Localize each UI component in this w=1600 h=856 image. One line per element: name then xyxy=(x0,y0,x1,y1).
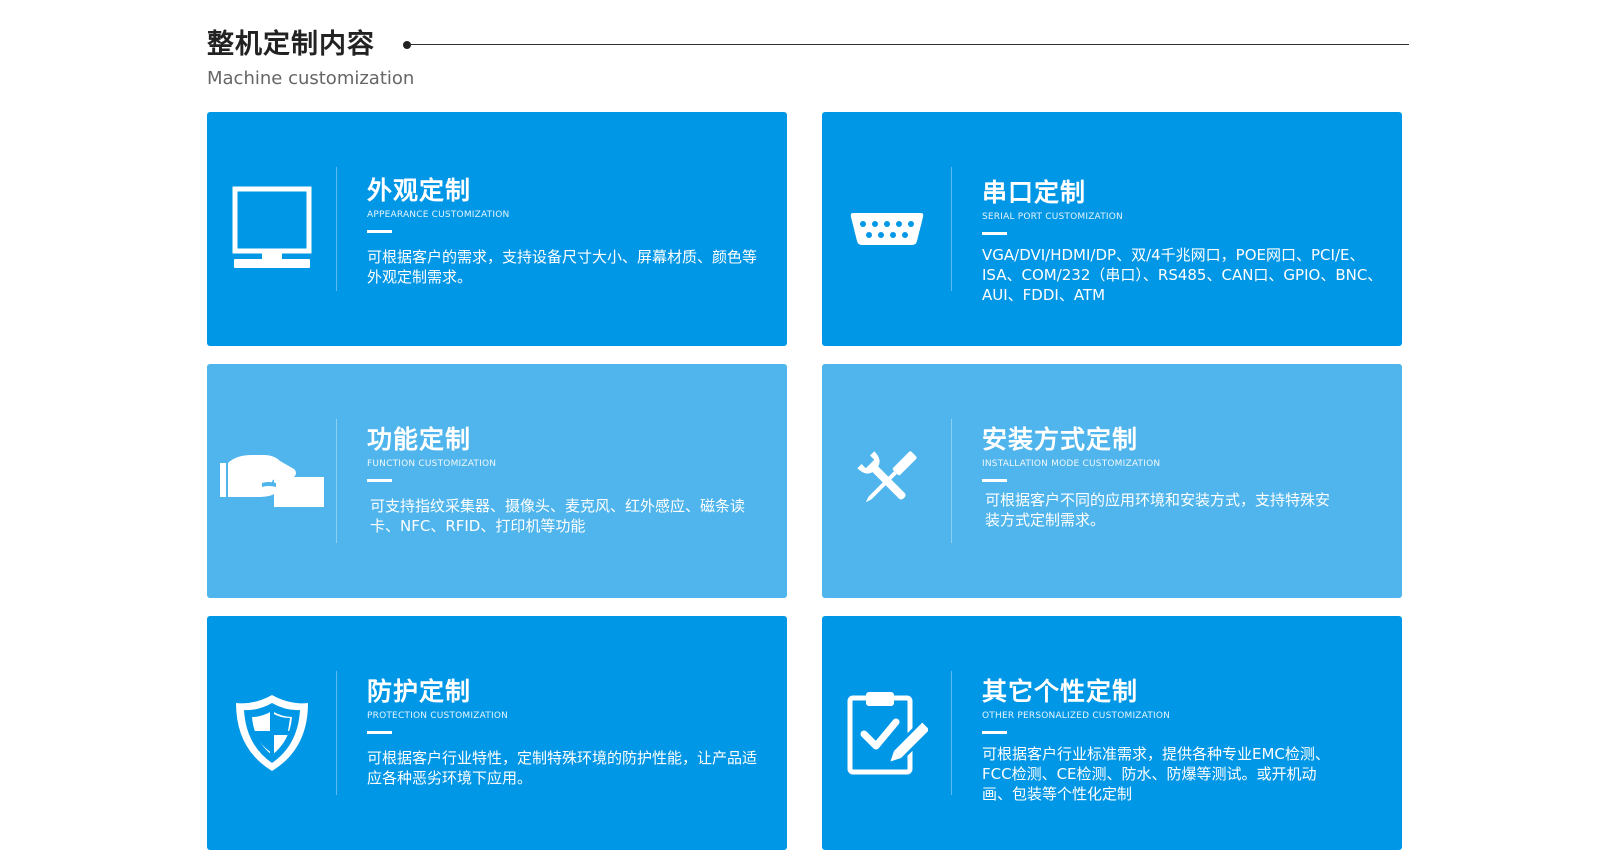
tools-icon xyxy=(822,364,952,598)
card-divider xyxy=(951,671,952,795)
card-description: 可根据客户的需求，支持设备尺寸大小、屏幕材质、颜色等外观定制需求。 xyxy=(367,248,758,286)
card-subtitle: SERIAL PORT CUSTOMIZATION xyxy=(982,212,1123,222)
card-accent-bar xyxy=(982,731,1007,734)
card-body: 外观定制 APPEARANCE CUSTOMIZATION 可根据客户的需求，支… xyxy=(367,175,767,287)
card-subtitle: OTHER PERSONALIZED CUSTOMIZATION xyxy=(982,711,1171,721)
card-title: 其它个性定制 xyxy=(982,677,1139,706)
card-divider xyxy=(336,671,337,795)
shield-icon xyxy=(207,616,337,850)
card-accent-bar xyxy=(982,232,1007,235)
card-personalized: 其它个性定制 OTHER PERSONALIZED CUSTOMIZATION … xyxy=(822,616,1402,850)
card-description: 可支持指纹采集器、摄像头、麦克风、红外感应、磁条读卡、NFC、RFID、打印机等… xyxy=(370,497,746,535)
card-body: 串口定制 SERIAL PORT CUSTOMIZATION VGA/DVI/H… xyxy=(982,177,1388,305)
card-accent-bar xyxy=(367,731,392,734)
card-body: 功能定制 FUNCTION CUSTOMIZATION 可支持指纹采集器、摄像头… xyxy=(367,424,767,536)
title-divider-line xyxy=(411,44,1409,45)
serial-port-icon xyxy=(822,112,952,346)
card-accent-bar xyxy=(982,479,1007,482)
card-body: 防护定制 PROTECTION CUSTOMIZATION 可根据客户行业特性，… xyxy=(367,676,767,788)
card-protection: 防护定制 PROTECTION CUSTOMIZATION 可根据客户行业特性，… xyxy=(207,616,787,850)
card-function: 功能定制 FUNCTION CUSTOMIZATION 可支持指纹采集器、摄像头… xyxy=(207,364,787,598)
card-title: 外观定制 xyxy=(367,176,472,205)
card-divider xyxy=(336,419,337,543)
card-subtitle: PROTECTION CUSTOMIZATION xyxy=(367,711,509,721)
card-serial-port: 串口定制 SERIAL PORT CUSTOMIZATION VGA/DVI/H… xyxy=(822,112,1402,346)
card-title: 串口定制 xyxy=(982,178,1087,207)
section-title: 整机定制内容 xyxy=(207,29,375,60)
card-divider xyxy=(336,167,337,291)
card-title: 功能定制 xyxy=(367,425,472,454)
card-subtitle: APPEARANCE CUSTOMIZATION xyxy=(367,210,510,220)
card-accent-bar xyxy=(367,479,392,482)
card-title: 安装方式定制 xyxy=(982,425,1139,454)
card-divider xyxy=(951,419,952,543)
card-description: 可根据客户行业特性，定制特殊环境的防护性能，让产品适应各种恶劣环境下应用。 xyxy=(367,749,758,787)
section-subtitle: Machine customization xyxy=(207,68,415,89)
card-subtitle: INSTALLATION MODE CUSTOMIZATION xyxy=(982,459,1161,469)
card-body: 其它个性定制 OTHER PERSONALIZED CUSTOMIZATION … xyxy=(982,676,1342,804)
card-installation: 安装方式定制 INSTALLATION MODE CUSTOMIZATION 可… xyxy=(822,364,1402,598)
title-dot xyxy=(403,41,411,49)
card-description: 可根据客户不同的应用环境和安装方式，支持特殊安装方式定制需求。 xyxy=(985,491,1331,529)
monitor-icon xyxy=(207,112,337,346)
clipboard-edit-icon xyxy=(822,616,952,850)
card-divider xyxy=(951,167,952,291)
card-description: VGA/DVI/HDMI/DP、双/4千兆网口，POE网口、PCI/E、ISA、… xyxy=(982,246,1383,304)
card-accent-bar xyxy=(367,230,392,233)
card-subtitle: FUNCTION CUSTOMIZATION xyxy=(367,459,497,469)
card-appearance: 外观定制 APPEARANCE CUSTOMIZATION 可根据客户的需求，支… xyxy=(207,112,787,346)
hand-card-icon xyxy=(207,364,337,598)
card-body: 安装方式定制 INSTALLATION MODE CUSTOMIZATION 可… xyxy=(982,424,1342,530)
card-title: 防护定制 xyxy=(367,677,472,706)
card-description: 可根据客户行业标准需求，提供各种专业EMC检测、FCC检测、CE检测、防水、防爆… xyxy=(982,745,1330,803)
